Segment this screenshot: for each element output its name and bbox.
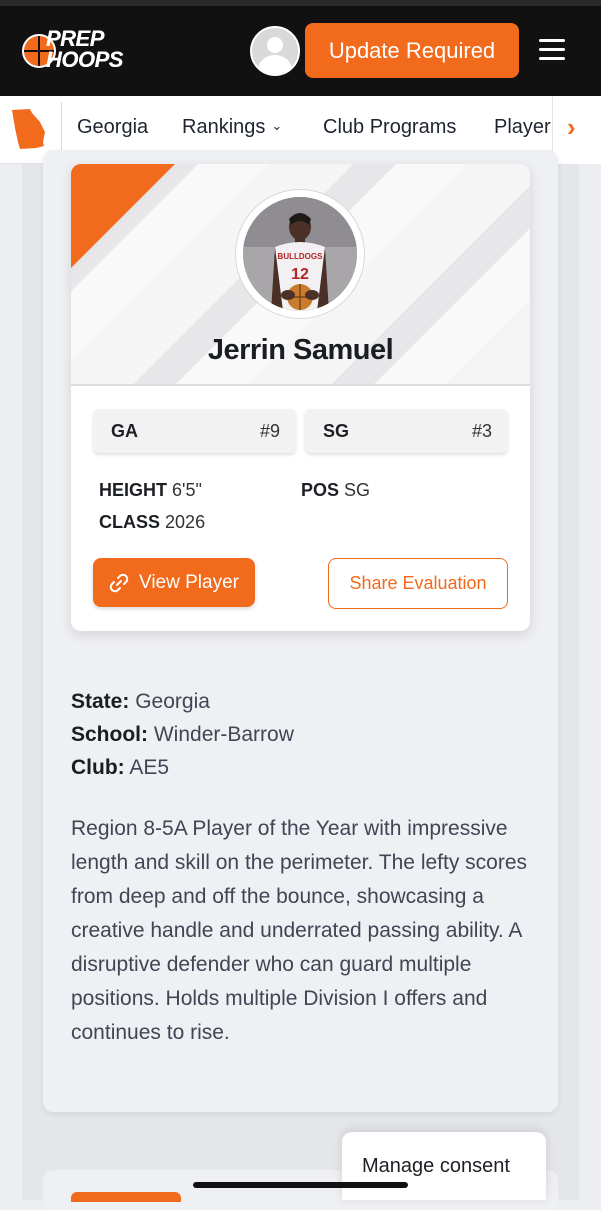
chevron-down-icon: ⌄: [271, 118, 283, 133]
view-player-button[interactable]: View Player: [93, 558, 255, 607]
nav-scroll-fade: [552, 96, 601, 164]
evaluation-text: Region 8-5A Player of the Year with impr…: [71, 817, 528, 1044]
chevron-right-icon[interactable]: ›: [567, 112, 576, 143]
status-strip: [0, 0, 601, 6]
state-info: State: Georgia: [71, 690, 210, 713]
rank-value: #9: [259, 420, 280, 441]
rank-label: SG: [323, 420, 350, 441]
orange-corner-accent: [71, 164, 175, 268]
player-card: BULLDOGS 12 Jerrin Samuel GA #9 SG #3 HE…: [71, 164, 530, 631]
svg-text:12: 12: [291, 266, 309, 283]
top-header: PREP HOOPS Update Required: [0, 0, 601, 96]
position-rank-badge[interactable]: SG #3: [305, 409, 508, 453]
next-card-accent: [71, 1192, 181, 1202]
card-hero: BULLDOGS 12 Jerrin Samuel: [71, 164, 530, 386]
club-info: Club: AE5: [71, 756, 170, 779]
georgia-state-icon: [12, 109, 45, 149]
update-required-button[interactable]: Update Required: [305, 23, 519, 78]
rank-label: GA: [111, 420, 138, 441]
rank-value: #3: [471, 420, 492, 441]
height-attribute: HEIGHT 6'5": [99, 480, 202, 500]
share-evaluation-button[interactable]: Share Evaluation: [328, 558, 508, 609]
home-indicator: [193, 1182, 408, 1188]
manage-consent-button[interactable]: Manage consent: [342, 1132, 546, 1200]
prep-hoops-logo[interactable]: PREP HOOPS: [22, 28, 132, 72]
user-avatar[interactable]: [250, 26, 300, 76]
state-rank-badge[interactable]: GA #9: [93, 409, 296, 453]
player-photo: BULLDOGS 12: [236, 190, 364, 318]
nav-item-club-programs[interactable]: Club Programs: [323, 116, 456, 139]
hamburger-menu-icon[interactable]: [539, 39, 565, 61]
player-photo-image: BULLDOGS 12: [243, 197, 357, 311]
nav-divider: [61, 102, 62, 156]
class-attribute: CLASS 2026: [99, 512, 206, 532]
player-name: Jerrin Samuel: [207, 334, 394, 366]
nav-item-rankings[interactable]: Rankings ⌄: [182, 116, 282, 139]
svg-text:BULLDOGS: BULLDOGS: [278, 252, 324, 261]
position-attribute: POS SG: [301, 480, 371, 500]
school-info: School: Winder-Barrow: [71, 723, 294, 746]
link-icon: [109, 573, 129, 592]
nav-item-player[interactable]: Player: [494, 116, 551, 139]
nav-item-georgia[interactable]: Georgia: [77, 116, 148, 139]
logo-wordmark: PREP HOOPS: [46, 26, 123, 72]
